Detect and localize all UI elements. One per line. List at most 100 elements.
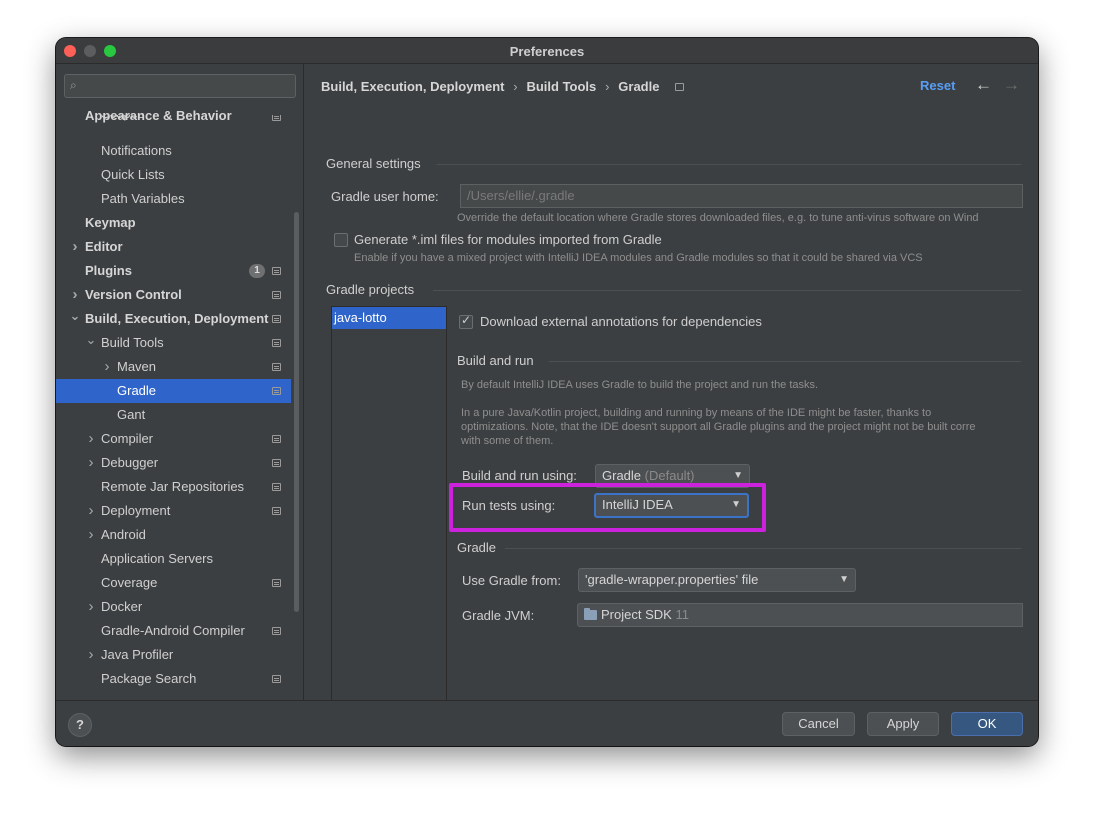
sidebar-item[interactable]: Plugins 1 [56, 259, 291, 283]
settings-search-input[interactable]: ⌕ [64, 74, 296, 98]
apply-button[interactable]: Apply [867, 712, 939, 736]
use-gradle-from-dropdown[interactable]: 'gradle-wrapper.properties' file ▼ [578, 568, 856, 592]
project-scope-icon [272, 387, 281, 395]
reset-link[interactable]: Reset [920, 78, 955, 93]
build-run-description: By default IntelliJ IDEA uses Gradle to … [461, 379, 819, 391]
sidebar-item-label: Gant [117, 407, 146, 422]
gradle-user-home-field[interactable]: /Users/ellie/.gradle [460, 184, 1023, 208]
back-arrow-icon[interactable]: ← [975, 75, 992, 95]
breadcrumb: Build, Execution, Deployment › Build Tools… [321, 78, 685, 96]
chevron-right-icon[interactable]: › [85, 595, 97, 619]
use-gradle-from-label: Use Gradle from: [462, 573, 561, 588]
sidebar-item-label: Quick Lists [101, 167, 165, 182]
build-and-run-title: Build and run [457, 353, 534, 368]
window-title: Preferences [509, 44, 585, 59]
sidebar-item[interactable]: Quick Lists [56, 163, 291, 187]
project-scope-icon [272, 363, 281, 371]
sidebar-item[interactable]: Package Search [56, 667, 291, 691]
chevron-right-icon[interactable]: › [85, 523, 97, 547]
generate-iml-label: Generate *.iml files for modules importe… [354, 232, 662, 247]
sidebar-scrollbar[interactable] [294, 212, 299, 612]
sidebar-item-label: Editor [85, 239, 123, 254]
forward-arrow-icon[interactable]: → [1003, 75, 1020, 95]
sidebar-item[interactable]: › Docker [56, 595, 291, 619]
sidebar-item[interactable]: Remote Jar Repositories [56, 475, 291, 499]
download-annotations-label: Download external annotations for depend… [480, 314, 762, 329]
project-scope-icon [272, 483, 281, 491]
sidebar-item[interactable]: Application Servers [56, 547, 291, 571]
sidebar-item-label: Debugger [101, 455, 159, 470]
search-icon: ⌕ [70, 78, 77, 92]
sidebar-item[interactable]: ⌄ Build Tools [56, 331, 291, 355]
run-tests-using-label: Run tests using: [462, 498, 556, 513]
chevron-right-icon[interactable]: › [101, 355, 113, 379]
chevron-down-icon[interactable]: ⌄ [85, 328, 97, 352]
cancel-button[interactable]: Cancel [782, 712, 855, 736]
project-scope-icon [272, 339, 281, 347]
settings-content: Build, Execution, Deployment › Build Tools… [305, 64, 1038, 717]
chevron-down-icon[interactable]: ⌄ [69, 304, 81, 328]
help-button[interactable]: ? [68, 713, 92, 737]
sidebar-item[interactable]: › Debugger [56, 451, 291, 475]
sidebar-item[interactable]: › Version Control [56, 283, 291, 307]
project-scope-icon [272, 579, 281, 587]
chevron-right-icon[interactable]: › [85, 643, 97, 667]
sidebar-item-label: Plugins [85, 263, 132, 278]
download-annotations-checkbox[interactable]: ✓ [459, 313, 473, 329]
project-scope-icon [675, 83, 685, 91]
sidebar-item[interactable]: Keymap [56, 211, 291, 235]
chevron-right-icon[interactable]: › [85, 451, 97, 475]
run-tests-using-dropdown[interactable]: IntelliJ IDEA ▼ [594, 493, 749, 518]
chevron-right-icon[interactable]: › [85, 499, 97, 523]
chevron-right-icon[interactable]: › [85, 427, 97, 451]
gradle-jvm-version: 11 [675, 607, 689, 622]
gradle-projects-list[interactable]: java-lotto [331, 306, 447, 706]
generate-iml-hint: Enable if you have a mixed project with … [354, 252, 923, 264]
breadcrumb-item: Gradle [618, 79, 660, 94]
sidebar-item-label: Gradle-Android Compiler [101, 623, 245, 638]
gradle-jvm-value: Project SDK [601, 607, 672, 622]
settings-tree: ScopesNotificationsQuick ListsPath Varia… [56, 104, 296, 700]
sidebar-item[interactable]: Gradle-Android Compiler [56, 619, 291, 643]
sidebar-item[interactable]: Gradle [56, 379, 291, 403]
sidebar-item[interactable]: › Java Profiler [56, 643, 291, 667]
project-scope-icon [272, 267, 281, 275]
sidebar-item[interactable]: Coverage [56, 571, 291, 595]
breadcrumb-item[interactable]: Build, Execution, Deployment [321, 79, 504, 94]
sidebar-item[interactable]: Gant [56, 403, 291, 427]
sidebar-item-label: Application Servers [101, 551, 213, 566]
sidebar-item[interactable]: › Maven [56, 355, 291, 379]
sidebar-item[interactable]: › Compiler [56, 427, 291, 451]
sidebar-item[interactable]: Appearance & Behavior [56, 104, 291, 128]
dropdown-arrow-icon: ▼ [839, 574, 849, 585]
chevron-right-icon: › [605, 79, 610, 94]
sidebar-item[interactable]: › Deployment [56, 499, 291, 523]
gradle-jvm-dropdown[interactable]: Project SDK 11 [577, 603, 1023, 627]
sidebar-item-label: Version Control [85, 287, 182, 302]
project-scope-icon [272, 627, 281, 635]
sidebar-item-label: Notifications [101, 143, 172, 158]
sidebar-item[interactable]: › Editor [56, 235, 291, 259]
ok-button[interactable]: OK [951, 712, 1023, 736]
chevron-right-icon[interactable]: › [69, 235, 81, 259]
gradle-user-home-label: Gradle user home: [331, 189, 439, 204]
sidebar-item-label: Deployment [101, 503, 171, 518]
use-gradle-from-value: 'gradle-wrapper.properties' file [585, 572, 759, 587]
checkmark-icon: ✓ [461, 313, 472, 327]
breadcrumb-item[interactable]: Build Tools [526, 79, 596, 94]
divider [433, 290, 1021, 291]
sidebar-item[interactable]: Notifications [56, 139, 291, 163]
run-tests-using-value: IntelliJ IDEA [602, 497, 673, 512]
sidebar-item-label: Keymap [85, 215, 136, 230]
preferences-window: Preferences ⌕ ScopesNotificationsQuick L… [56, 38, 1038, 746]
sidebar-item[interactable]: Path Variables [56, 187, 291, 211]
project-item-java-lotto[interactable]: java-lotto [332, 307, 446, 329]
project-scope-icon [272, 459, 281, 467]
divider [549, 361, 1021, 362]
update-count-badge: 1 [249, 264, 265, 278]
generate-iml-checkbox[interactable] [334, 233, 348, 247]
sidebar-item[interactable]: › Android [56, 523, 291, 547]
sidebar-item-label: Coverage [101, 575, 158, 590]
project-scope-icon [272, 507, 281, 515]
build-run-using-value: Gradle [602, 468, 642, 483]
